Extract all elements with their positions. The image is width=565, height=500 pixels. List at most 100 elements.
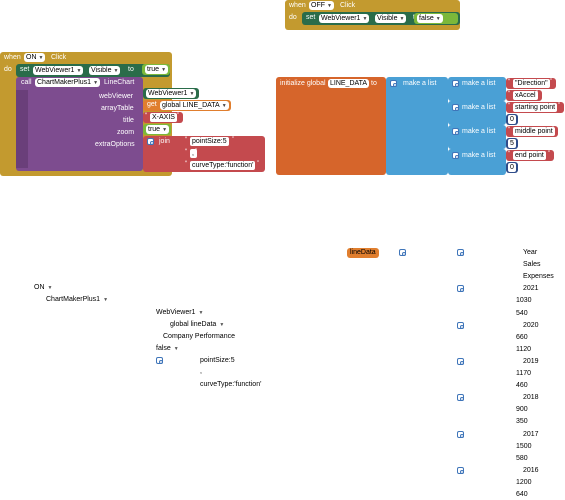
gear-icon[interactable] — [457, 394, 464, 401]
list-1-text[interactable]: “ "Direction" ” — [506, 78, 556, 89]
list-1-text-field[interactable]: "Direction" — [513, 79, 550, 88]
off-button-label: OFF — [311, 2, 325, 9]
call-block-left-strip — [16, 90, 28, 168]
when-label: when — [4, 54, 21, 61]
list-2-number-field[interactable]: 0 — [508, 115, 516, 124]
quote-open: “ — [508, 151, 510, 157]
initialize-global-block[interactable]: initialize global LINE_DATA to — [276, 77, 386, 175]
list-value: Year — [523, 249, 538, 256]
list-4-number-field[interactable]: 0 — [508, 163, 516, 172]
component-dropdown[interactable]: WebViewer1 ▼ — [33, 66, 84, 75]
false-value-block[interactable]: false ▼ — [414, 13, 458, 24]
chevron-down-icon: ▼ — [173, 346, 179, 352]
quote-open: “ — [508, 79, 510, 85]
inner-list-2[interactable]: make a list — [448, 101, 506, 125]
inner-list-3[interactable]: make a list — [448, 125, 506, 149]
outer-make-a-list-block[interactable]: make a list — [386, 77, 448, 175]
list-3-text-field[interactable]: middle point — [513, 127, 555, 136]
gear-icon[interactable] — [457, 322, 464, 329]
zoom-true-block[interactable]: true ▼ — [143, 124, 171, 135]
quote-open: “ — [185, 161, 187, 167]
chevron-down-icon: ▼ — [103, 297, 109, 303]
quote-open: “ — [185, 149, 187, 155]
gear-icon[interactable] — [390, 80, 397, 87]
call-linechart-block[interactable]: call ChartMakerPlus1 ▼ LineChart webViewe… — [16, 77, 143, 171]
call-label: call — [21, 79, 32, 86]
property-label: Visible — [377, 15, 398, 22]
gear-icon[interactable] — [452, 152, 459, 159]
list-value: 2018 — [523, 394, 539, 401]
webviewer-label: WebViewer1 — [156, 309, 196, 316]
list-1-value[interactable]: “ xAccel ” — [506, 90, 542, 101]
inner-list-4[interactable]: make a list — [448, 149, 506, 175]
click-label: Click — [51, 54, 67, 61]
title-text-field[interactable]: X-AXIS — [150, 113, 177, 122]
join-item-3-text[interactable]: curveType:'function' — [190, 161, 256, 170]
gear-icon[interactable] — [457, 467, 464, 474]
variable-label: global LINE_DATA — [162, 102, 220, 109]
join-item-1-text[interactable]: pointSize:5 — [190, 137, 229, 146]
on-text: ON ▼ — [34, 284, 52, 291]
global-linedata-text: global lineData ▼ — [170, 321, 224, 328]
gear-icon[interactable] — [156, 357, 163, 364]
on-button-dropdown[interactable]: ON ▼ — [24, 53, 46, 62]
property-dropdown[interactable]: Visible ▼ — [89, 66, 121, 75]
gear-icon[interactable] — [457, 431, 464, 438]
inner-list-1[interactable]: make a list — [448, 77, 506, 101]
method-label: LineChart — [104, 79, 135, 86]
make-a-list-label: make a list — [462, 80, 496, 87]
list-4-text[interactable]: “ end point ” — [506, 150, 554, 161]
property-dropdown[interactable]: Visible ▼ — [375, 14, 407, 23]
gear-icon[interactable] — [399, 249, 406, 256]
chartmaker-dropdown[interactable]: ChartMakerPlus1 ▼ — [35, 78, 101, 87]
when-label: when — [289, 2, 306, 9]
quote-close: ” — [177, 113, 179, 119]
make-a-list-label: make a list — [462, 128, 496, 135]
gear-icon[interactable] — [457, 358, 464, 365]
list-3-text[interactable]: “ middle point ” — [506, 126, 558, 137]
list-1-value-field[interactable]: xAccel — [513, 91, 538, 100]
list-3-number-field[interactable]: 5 — [508, 139, 516, 148]
true-dropdown[interactable]: true ▼ — [145, 65, 169, 74]
property-label: Visible — [91, 67, 112, 74]
chartmaker-label: ChartMakerPlus1 — [46, 296, 101, 303]
gear-icon[interactable] — [452, 128, 459, 135]
gear-icon[interactable] — [457, 285, 464, 292]
webviewer-arg-block[interactable]: WebViewer1 ▼ — [143, 88, 199, 99]
zoom-dropdown[interactable]: true ▼ — [146, 125, 170, 134]
off-button-dropdown[interactable]: OFF ▼ — [309, 1, 334, 10]
gear-icon[interactable] — [457, 249, 464, 256]
list-value: 350 — [516, 418, 528, 425]
component-dropdown[interactable]: WebViewer1 ▼ — [319, 14, 370, 23]
quote-close: ” — [552, 127, 554, 133]
quote-close: ” — [232, 137, 234, 143]
initialize-global-label: initialize global — [280, 80, 326, 87]
gear-icon[interactable] — [452, 104, 459, 111]
list-4-text-field[interactable]: end point — [513, 151, 546, 160]
quote-close: ” — [558, 103, 560, 109]
list-2-number[interactable]: 0 — [506, 114, 518, 125]
true-value-block[interactable]: true ▼ — [142, 64, 170, 75]
list-2-text-field[interactable]: starting point — [513, 103, 558, 112]
list-4-number[interactable]: 0 — [506, 162, 518, 173]
join-item-2[interactable]: “ , ” — [183, 148, 200, 159]
zoom-label: true — [148, 126, 161, 133]
webviewer-dropdown[interactable]: WebViewer1 ▼ — [146, 89, 197, 98]
join-item-1[interactable]: “ pointSize:5 ” — [183, 136, 238, 147]
linedata-tag: lineData — [347, 248, 379, 258]
list-3-number[interactable]: 5 — [506, 138, 518, 149]
chevron-down-icon: ▼ — [327, 3, 332, 9]
chevron-down-icon: ▼ — [162, 127, 168, 133]
title-string-block[interactable]: “ X-AXIS ” — [143, 112, 183, 123]
list-value: 2016 — [523, 467, 539, 474]
variable-dropdown[interactable]: global LINE_DATA ▼ — [160, 101, 229, 110]
get-variable-block[interactable]: get global LINE_DATA ▼ — [143, 100, 231, 111]
list-2-text[interactable]: “ starting point ” — [506, 102, 564, 113]
join-item-3[interactable]: “ curveType:'function' ” — [183, 160, 263, 171]
false-dropdown[interactable]: false ▼ — [417, 14, 443, 23]
global-name-field[interactable]: LINE_DATA — [328, 79, 370, 88]
gear-icon[interactable] — [452, 80, 459, 87]
to-label: to — [371, 80, 377, 87]
gear-icon[interactable] — [147, 138, 154, 145]
click-label: Click — [340, 2, 356, 9]
